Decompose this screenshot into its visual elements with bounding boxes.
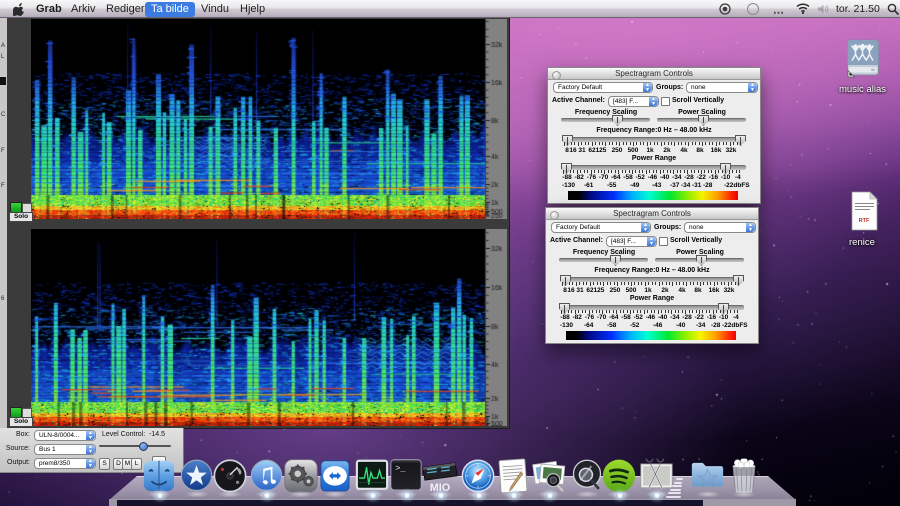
svg-text:RTF: RTF: [859, 218, 870, 224]
svg-text:>_: >_: [395, 463, 406, 473]
